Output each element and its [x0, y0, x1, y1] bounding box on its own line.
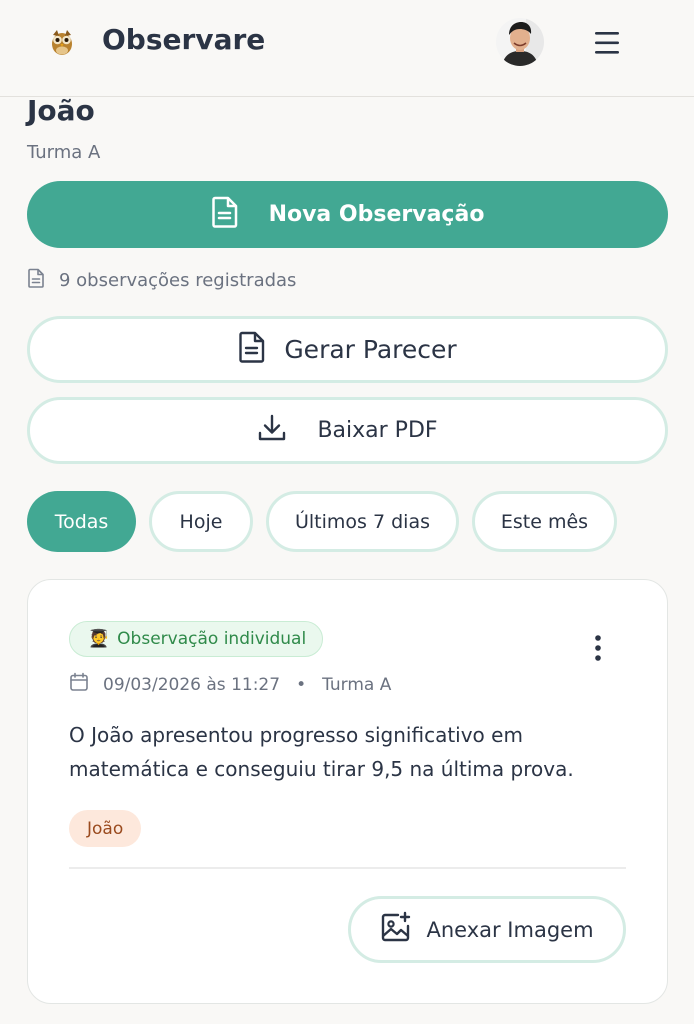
calendar-icon	[69, 672, 89, 697]
meta-separator: •	[296, 674, 307, 695]
filter-chip-este-mes[interactable]: Este mês	[472, 491, 617, 552]
observation-text: O João apresentou progresso significativ…	[69, 723, 574, 781]
owl-logo-icon	[46, 26, 78, 58]
document-icon	[238, 331, 266, 369]
observation-date: 09/03/2026 às 11:27	[103, 674, 281, 695]
image-add-icon	[380, 911, 412, 948]
observations-count: 9 observações registradas	[27, 268, 296, 293]
app-header: Observare	[0, 0, 694, 97]
user-avatar[interactable]	[496, 18, 544, 66]
observation-type-badge: 🧑‍🎓 Observação individual	[69, 621, 324, 657]
student-emoji-icon: 🧑‍🎓	[88, 629, 110, 649]
generate-report-label: Gerar Parecer	[284, 335, 457, 364]
student-tag[interactable]: João	[69, 810, 142, 847]
observation-card: 🧑‍🎓 Observação individual 09/03/2026 às …	[27, 579, 668, 1004]
student-class: Turma A	[27, 142, 101, 163]
observation-meta: 09/03/2026 às 11:27 • Turma A	[69, 672, 391, 697]
generate-report-button[interactable]: Gerar Parecer	[27, 316, 668, 383]
download-icon	[257, 413, 287, 449]
filter-chip-todas[interactable]: Todas	[27, 491, 136, 552]
document-icon	[27, 268, 45, 293]
card-divider	[69, 867, 626, 869]
new-observation-label: Nova Observação	[268, 202, 485, 227]
observation-class: Turma A	[322, 674, 392, 695]
document-icon	[211, 196, 239, 234]
download-pdf-label: Baixar PDF	[317, 418, 438, 443]
filter-chip-hoje[interactable]: Hoje	[149, 491, 253, 552]
filter-chip-ultimos-7-dias[interactable]: Últimos 7 dias	[266, 491, 459, 552]
observations-count-label: 9 observações registradas	[59, 270, 297, 291]
download-pdf-button[interactable]: Baixar PDF	[27, 397, 668, 464]
more-options-icon[interactable]	[586, 632, 610, 666]
hamburger-menu-icon[interactable]	[588, 26, 626, 60]
observation-type-label: Observação individual	[117, 629, 307, 649]
app-title: Observare	[102, 23, 266, 56]
attach-image-button[interactable]: Anexar Imagem	[348, 896, 626, 963]
new-observation-button[interactable]: Nova Observação	[27, 181, 668, 248]
attach-image-label: Anexar Imagem	[426, 917, 594, 942]
student-name: João	[27, 94, 95, 127]
